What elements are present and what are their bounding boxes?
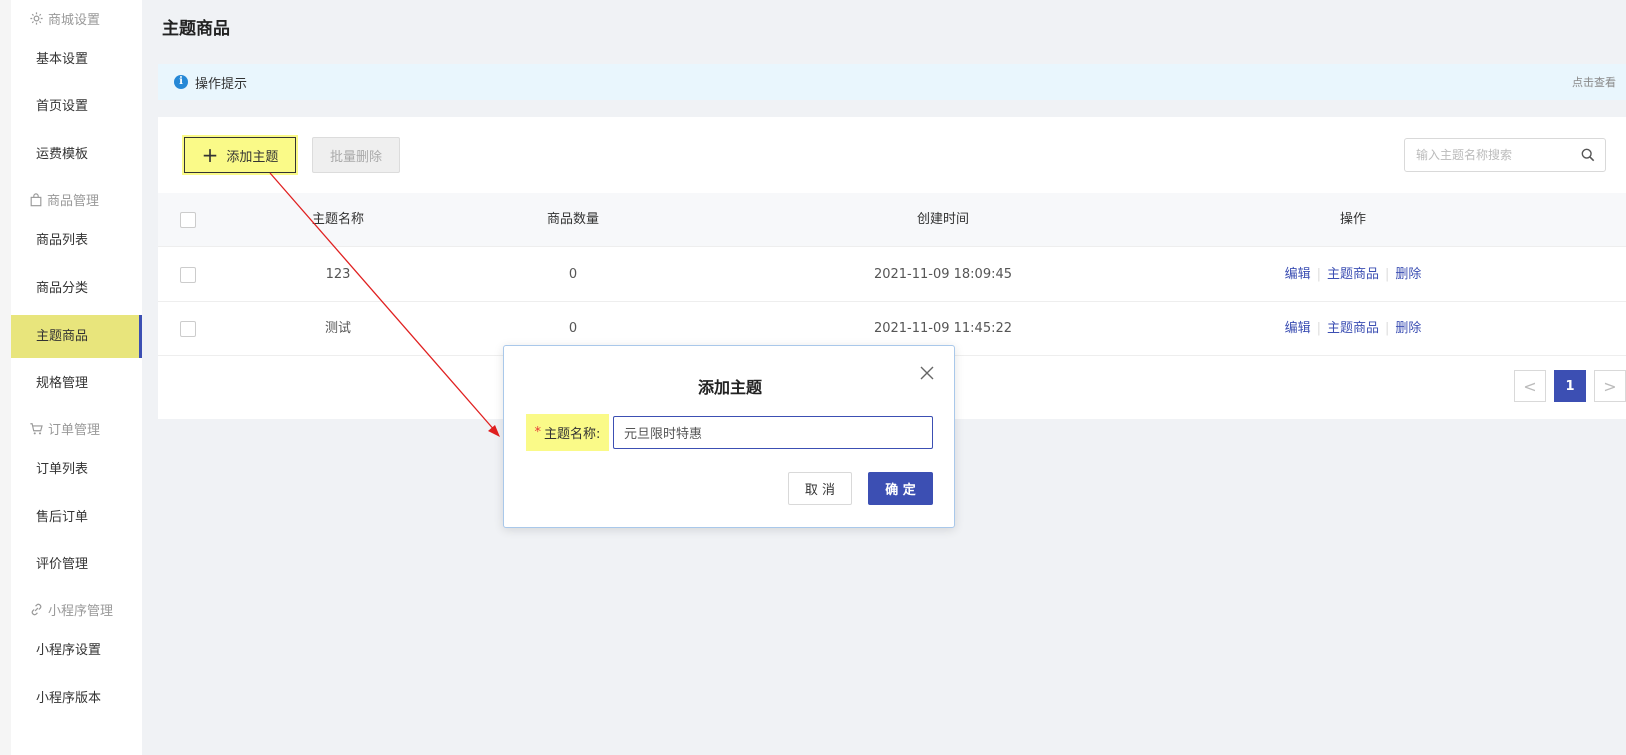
close-icon[interactable] — [920, 366, 934, 380]
sidebar: 商城设置 基本设置 首页设置 运费模板 商品管理 商品列表 商品分类 主题商品 … — [0, 0, 142, 755]
sidebar-item-shipping-template[interactable]: 运费模板 — [11, 134, 142, 176]
sidebar-group-label: 小程序管理 — [48, 604, 114, 619]
sidebar-item-theme-products[interactable]: 主题商品 — [11, 315, 142, 358]
tips-text: 操作提示 — [195, 76, 248, 92]
sidebar-group-order-management[interactable]: 订单管理 — [29, 419, 100, 438]
sidebar-item-product-category[interactable]: 商品分类 — [11, 268, 142, 310]
sidebar-group-label: 订单管理 — [48, 423, 101, 438]
theme-products-link[interactable]: 主题商品 — [1327, 321, 1379, 336]
required-mark: * — [534, 425, 542, 440]
bag-icon — [30, 192, 42, 206]
header-created-time: 创建时间 — [916, 212, 969, 227]
sidebar-group-label: 商城设置 — [48, 13, 101, 28]
header-operations: 操作 — [1339, 212, 1366, 227]
prev-page-button[interactable]: < — [1514, 370, 1546, 402]
page-title: 主题商品 — [162, 19, 230, 39]
row-checkbox[interactable] — [180, 267, 196, 283]
header-product-count: 商品数量 — [546, 212, 599, 227]
plus-icon: + — [201, 143, 219, 167]
search-icon[interactable] — [1581, 148, 1595, 162]
table-row: 123 0 2021-11-09 18:09:45 编辑 | 主题商品 | 删除 — [158, 248, 1626, 302]
sidebar-item-spec-management[interactable]: 规格管理 — [11, 363, 142, 405]
separator: | — [1385, 321, 1390, 336]
cell-created-time: 2021-11-09 18:09:45 — [873, 267, 1013, 282]
pagination: < 1 > — [1506, 370, 1626, 402]
theme-products-link[interactable]: 主题商品 — [1327, 267, 1379, 282]
sidebar-item-miniprogram-settings[interactable]: 小程序设置 — [11, 630, 142, 672]
theme-name-input[interactable] — [613, 416, 933, 449]
theme-name-label-text: 主题名称: — [544, 427, 601, 442]
theme-name-label: * 主题名称: — [526, 414, 609, 451]
sidebar-group-mall-settings[interactable]: 商城设置 — [29, 9, 100, 28]
separator: | — [1385, 267, 1390, 282]
cancel-button[interactable]: 取 消 — [788, 472, 852, 505]
delete-link[interactable]: 删除 — [1395, 267, 1421, 282]
cell-product-count: 0 — [568, 267, 578, 282]
cell-theme-name: 测试 — [324, 321, 351, 336]
cell-operations: 编辑 | 主题商品 | 删除 — [1248, 248, 1458, 302]
sidebar-item-aftersale-orders[interactable]: 售后订单 — [11, 497, 142, 539]
dialog-title: 添加主题 — [697, 378, 762, 397]
cart-icon — [30, 422, 43, 434]
gear-icon — [30, 12, 43, 25]
sidebar-item-home-settings[interactable]: 首页设置 — [11, 86, 142, 128]
sidebar-item-review-management[interactable]: 评价管理 — [11, 544, 142, 586]
info-icon: i — [174, 75, 188, 89]
tips-view-link[interactable]: 点击查看 — [1572, 74, 1616, 90]
edit-link[interactable]: 编辑 — [1285, 267, 1311, 282]
cell-operations: 编辑 | 主题商品 | 删除 — [1248, 302, 1458, 356]
cell-theme-name: 123 — [325, 267, 351, 282]
add-theme-dialog: 添加主题 * 主题名称: 取 消 确 定 — [503, 345, 955, 528]
search-input[interactable] — [1416, 148, 1576, 162]
sidebar-group-label: 商品管理 — [47, 194, 100, 209]
bulk-delete-button[interactable]: 批量删除 — [312, 137, 400, 173]
row-checkbox[interactable] — [180, 321, 196, 337]
table-header: 主题名称 商品数量 创建时间 操作 — [158, 193, 1626, 247]
tips-bar: i 操作提示 点击查看 — [158, 64, 1626, 100]
sidebar-item-order-list[interactable]: 订单列表 — [11, 449, 142, 491]
sidebar-item-basic-settings[interactable]: 基本设置 — [11, 39, 142, 81]
next-page-button[interactable]: > — [1594, 370, 1626, 402]
confirm-button[interactable]: 确 定 — [868, 472, 933, 505]
sidebar-group-miniprogram-management[interactable]: 小程序管理 — [29, 600, 113, 619]
delete-link[interactable]: 删除 — [1395, 321, 1421, 336]
separator: | — [1316, 267, 1321, 282]
search-box — [1404, 138, 1606, 172]
sidebar-group-product-management[interactable]: 商品管理 — [29, 190, 99, 209]
page-1-button[interactable]: 1 — [1554, 370, 1586, 402]
header-theme-name: 主题名称 — [311, 212, 364, 227]
edit-link[interactable]: 编辑 — [1285, 321, 1311, 336]
sidebar-item-miniprogram-version[interactable]: 小程序版本 — [11, 678, 142, 720]
select-all-checkbox[interactable] — [180, 212, 196, 228]
separator: | — [1316, 321, 1321, 336]
add-theme-button[interactable]: + 添加主题 — [182, 135, 298, 175]
add-theme-label: 添加主题 — [226, 149, 279, 165]
sidebar-item-product-list[interactable]: 商品列表 — [11, 220, 142, 262]
link-icon — [31, 603, 42, 616]
